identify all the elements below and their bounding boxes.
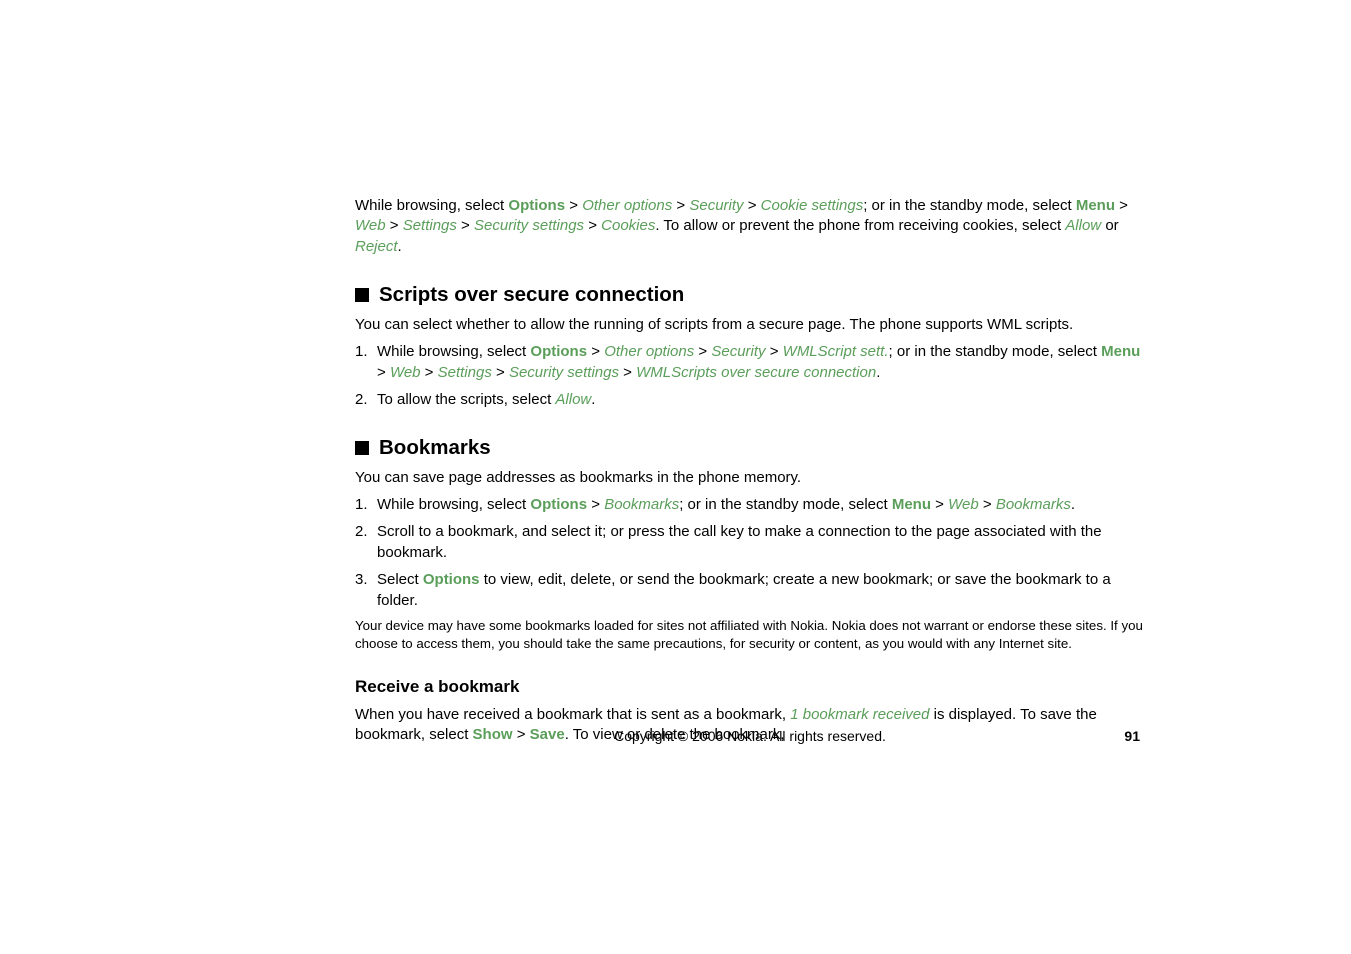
square-bullet-icon — [355, 288, 369, 302]
text: . To allow or prevent the phone from rec… — [655, 217, 1065, 234]
separator: > — [766, 343, 783, 360]
square-bullet-icon — [355, 441, 369, 455]
scripts-title: Scripts over secure connection — [379, 283, 684, 307]
options-label: Options — [530, 496, 587, 513]
text: While browsing, select — [377, 496, 530, 513]
text: To allow the scripts, select — [377, 391, 555, 408]
list-number: 1. — [355, 341, 377, 383]
text: . — [876, 364, 880, 381]
options-label: Options — [530, 343, 587, 360]
scripts-intro: You can select whether to allow the runn… — [355, 315, 1145, 335]
separator: > — [565, 197, 582, 214]
options-label: Options — [508, 197, 565, 214]
menu-label: Menu — [892, 496, 931, 513]
bookmark-received-label: 1 bookmark received — [790, 706, 929, 723]
other-options-label: Other options — [604, 343, 694, 360]
text: . — [398, 238, 402, 255]
separator: > — [584, 217, 601, 234]
copyright-text: Copyright © 2006 Nokia. All rights reser… — [355, 728, 1145, 744]
settings-label: Settings — [438, 364, 492, 381]
separator: > — [457, 217, 474, 234]
text: to view, edit, delete, or send the bookm… — [377, 571, 1111, 609]
separator: > — [979, 496, 996, 513]
wmlscripts-conn-label: WMLScripts over secure connection — [636, 364, 876, 381]
separator: > — [386, 217, 403, 234]
list-content: Scroll to a bookmark, and select it; or … — [377, 521, 1145, 563]
list-number: 1. — [355, 494, 377, 515]
reject-label: Reject — [355, 238, 398, 255]
security-label: Security — [711, 343, 765, 360]
separator: > — [744, 197, 761, 214]
list-number: 3. — [355, 569, 377, 611]
text: Select — [377, 571, 423, 588]
list-item: 2. To allow the scripts, select Allow. — [355, 389, 1145, 410]
cookie-settings-label: Cookie settings — [761, 197, 864, 214]
other-options-label: Other options — [582, 197, 672, 214]
page-content: While browsing, select Options > Other o… — [355, 196, 1145, 752]
separator: > — [421, 364, 438, 381]
bookmarks-heading: Bookmarks — [355, 436, 1145, 460]
bookmarks-disclaimer: Your device may have some bookmarks load… — [355, 617, 1145, 653]
bookmarks-title: Bookmarks — [379, 436, 491, 460]
list-item: 1. While browsing, select Options > Book… — [355, 494, 1145, 515]
text: While browsing, select — [355, 197, 508, 214]
options-label: Options — [423, 571, 480, 588]
allow-label: Allow — [1065, 217, 1101, 234]
list-content: To allow the scripts, select Allow. — [377, 389, 1145, 410]
text: . — [1071, 496, 1075, 513]
web-label: Web — [355, 217, 386, 234]
security-settings-label: Security settings — [509, 364, 619, 381]
wmlscript-sett-label: WMLScript sett. — [783, 343, 889, 360]
list-item: 3. Select Options to view, edit, delete,… — [355, 569, 1145, 611]
text: ; or in the standby mode, select — [889, 343, 1102, 360]
text: or — [1101, 217, 1119, 234]
cookies-label: Cookies — [601, 217, 655, 234]
web-label: Web — [948, 496, 979, 513]
separator: > — [1115, 197, 1128, 214]
text: While browsing, select — [377, 343, 530, 360]
text: . — [591, 391, 595, 408]
security-settings-label: Security settings — [474, 217, 584, 234]
web-label: Web — [390, 364, 421, 381]
separator: > — [587, 343, 604, 360]
text: ; or in the standby mode, select — [863, 197, 1076, 214]
receive-bookmark-title: Receive a bookmark — [355, 677, 1145, 697]
allow-label: Allow — [555, 391, 591, 408]
separator: > — [619, 364, 636, 381]
separator: > — [587, 496, 604, 513]
list-item: 1. While browsing, select Options > Othe… — [355, 341, 1145, 383]
separator: > — [672, 197, 689, 214]
settings-label: Settings — [403, 217, 457, 234]
bookmarks-intro: You can save page addresses as bookmarks… — [355, 468, 1145, 488]
list-item: 2. Scroll to a bookmark, and select it; … — [355, 521, 1145, 563]
separator: > — [931, 496, 948, 513]
separator: > — [492, 364, 509, 381]
list-content: While browsing, select Options > Other o… — [377, 341, 1145, 383]
bookmarks-label: Bookmarks — [996, 496, 1071, 513]
text: When you have received a bookmark that i… — [355, 706, 790, 723]
separator: > — [377, 364, 390, 381]
menu-label: Menu — [1101, 343, 1140, 360]
list-content: While browsing, select Options > Bookmar… — [377, 494, 1145, 515]
list-number: 2. — [355, 521, 377, 563]
bookmarks-label: Bookmarks — [604, 496, 679, 513]
cookies-paragraph: While browsing, select Options > Other o… — [355, 196, 1145, 257]
menu-label: Menu — [1076, 197, 1115, 214]
list-number: 2. — [355, 389, 377, 410]
page-footer: Copyright © 2006 Nokia. All rights reser… — [355, 728, 1145, 744]
text: ; or in the standby mode, select — [679, 496, 892, 513]
scripts-heading: Scripts over secure connection — [355, 283, 1145, 307]
separator: > — [694, 343, 711, 360]
list-content: Select Options to view, edit, delete, or… — [377, 569, 1145, 611]
security-label: Security — [689, 197, 743, 214]
page-number: 91 — [1124, 728, 1140, 744]
